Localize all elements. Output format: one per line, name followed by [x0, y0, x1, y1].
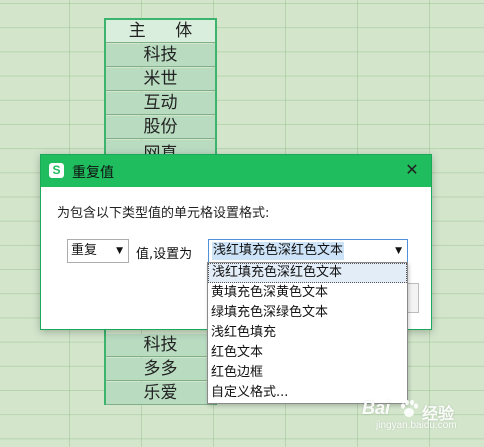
- rule-type-select[interactable]: 重复 ▼: [67, 239, 129, 263]
- close-icon[interactable]: ✕: [403, 161, 421, 179]
- table-cell[interactable]: 米世: [106, 68, 215, 91]
- rule-type-value: 重复: [71, 243, 98, 258]
- format-select-value: 浅红填充色深红色文本: [212, 242, 345, 260]
- dialog-title: 重复值: [72, 165, 114, 181]
- table-cell[interactable]: 科技: [106, 334, 215, 357]
- format-option[interactable]: 浅红色填充: [208, 323, 407, 343]
- format-options-list: 浅红填充色深红色文本 黄填充色深黄色文本 绿填充色深绿色文本 浅红色填充 红色文…: [207, 262, 408, 404]
- format-option[interactable]: 黄填充色深黄色文本: [208, 283, 407, 303]
- format-select[interactable]: 浅红填充色深红色文本 ▼: [208, 239, 408, 263]
- paw-icon: [401, 399, 418, 417]
- format-option[interactable]: 绿填充色深绿色文本: [208, 303, 407, 323]
- table-cell[interactable]: 股份: [106, 116, 215, 139]
- dialog-description: 为包含以下类型值的单元格设置格式:: [57, 206, 270, 221]
- table-cell[interactable]: 多多: [106, 358, 215, 381]
- ok-button-partial[interactable]: [407, 283, 419, 313]
- table-cell[interactable]: 乐爱: [106, 382, 215, 405]
- format-option[interactable]: 红色边框: [208, 363, 407, 383]
- baidu-watermark: Bai 经验 jingyan.baidu.com: [362, 396, 480, 436]
- chevron-down-icon: ▼: [116, 246, 123, 256]
- set-as-label: 值,设置为: [136, 247, 193, 262]
- watermark-text: Bai: [362, 398, 391, 418]
- wps-app-icon: S: [49, 163, 64, 178]
- format-option[interactable]: 浅红填充色深红色文本: [208, 263, 407, 283]
- watermark-url: jingyan.baidu.com: [376, 420, 457, 431]
- chevron-down-icon: ▼: [395, 246, 402, 256]
- column-header-cell[interactable]: 主 体: [106, 20, 215, 43]
- table-cell[interactable]: 科技: [106, 44, 215, 67]
- format-option[interactable]: 红色文本: [208, 343, 407, 363]
- table-cell[interactable]: 网真: [106, 140, 215, 154]
- dialog-titlebar[interactable]: S 重复值 ✕: [41, 155, 431, 187]
- table-cell[interactable]: 互动: [106, 92, 215, 115]
